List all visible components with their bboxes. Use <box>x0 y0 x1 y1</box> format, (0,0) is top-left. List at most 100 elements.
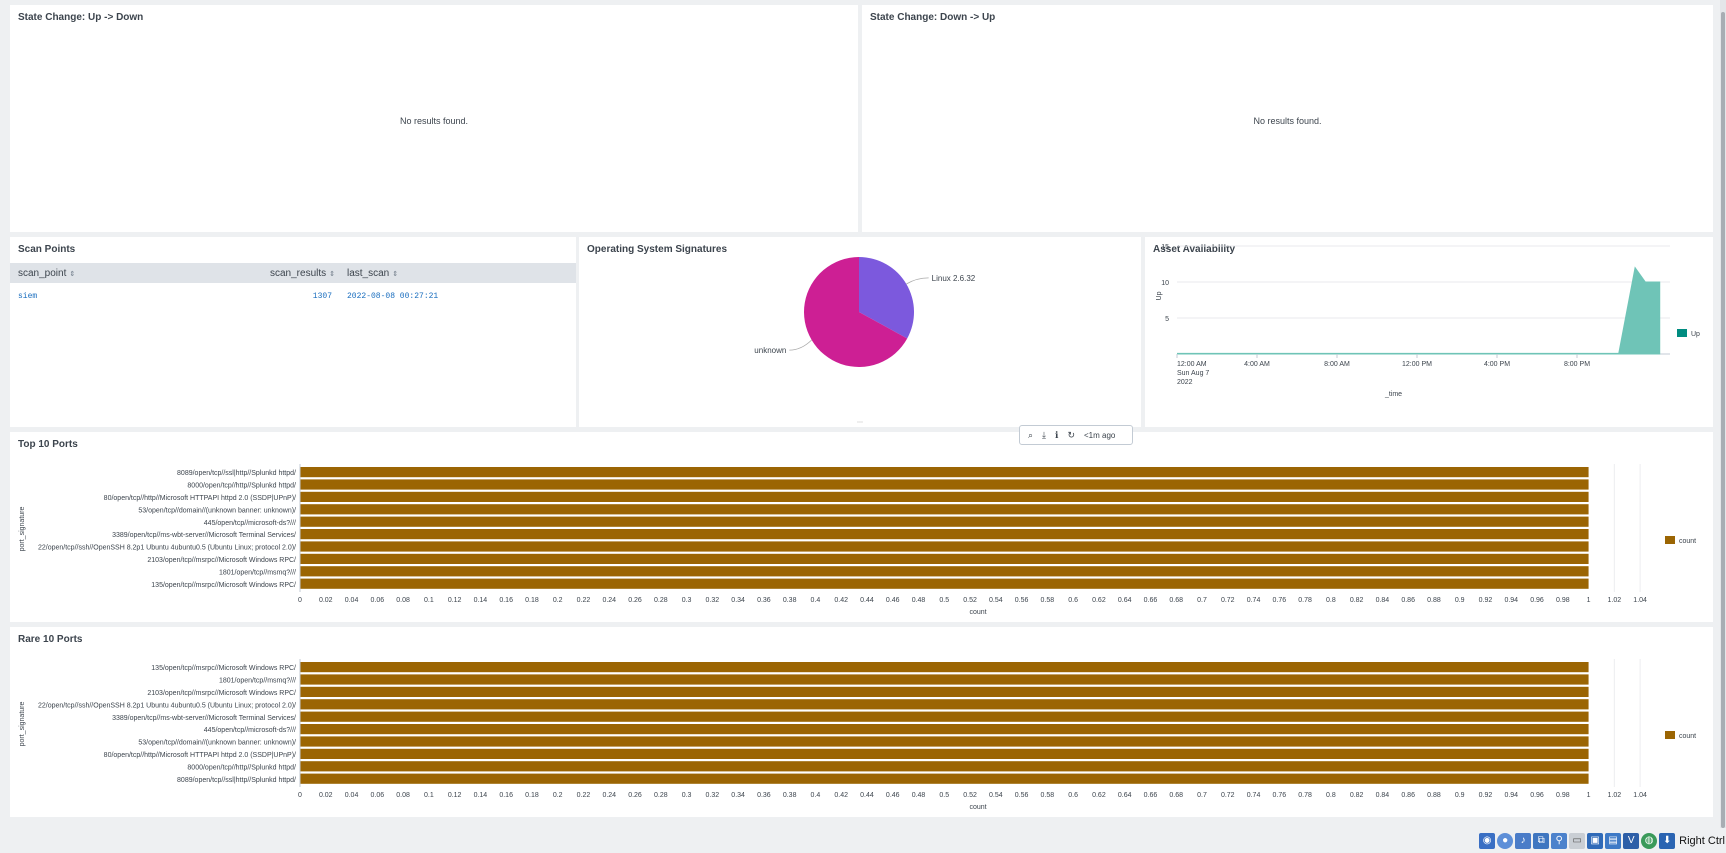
x-tick-label: 1 <box>1587 597 1591 604</box>
panel-scan-points: Scan Points scan_point ⇕ scan_results ⇕ la… <box>10 237 576 427</box>
refresh-icon[interactable]: ↻ <box>1067 430 1075 441</box>
category-label: 53/open/tcp//domain//(unknown banner: un… <box>138 507 296 514</box>
x-tick-label: 0.24 <box>602 792 616 799</box>
panel-title: State Change: Up -> Down <box>18 12 144 23</box>
x-tick-label: 0.04 <box>345 792 359 799</box>
x-tick-label: 1.02 <box>1608 597 1622 604</box>
x-tick-label: 0.96 <box>1530 597 1544 604</box>
column-header-scan-results[interactable]: scan_results ⇕ <box>270 268 335 279</box>
audio-icon[interactable]: ♪ <box>1515 833 1532 849</box>
x-tick-label: 0.76 <box>1273 597 1287 604</box>
x-tick-label: 0.16 <box>499 597 513 604</box>
category-label: 1801/open/tcp//msmq?/// <box>219 569 296 576</box>
category-label: 2103/open/tcp//msrpc//Microsoft Windows … <box>147 557 296 564</box>
category-label: 3389/open/tcp//ms-wbt-server//Microsoft … <box>112 715 296 722</box>
x-tick-label: 0.54 <box>989 597 1003 604</box>
download-icon[interactable]: ⤓ <box>1042 430 1046 441</box>
legend-label-up: Up <box>1691 331 1700 338</box>
cell-scan-results[interactable]: 1307 <box>264 292 332 301</box>
recording-icon[interactable]: ▤ <box>1605 833 1622 849</box>
x-tick-label: 0.38 <box>783 597 797 604</box>
usb-icon[interactable]: ⚲ <box>1551 833 1568 849</box>
bar <box>300 773 1589 784</box>
cell-last-scan[interactable]: 2022-08-08 00:27:21 <box>347 292 438 301</box>
x-tick-label-year: 2022 <box>1177 379 1193 386</box>
network-icon[interactable]: ⧉ <box>1533 833 1550 849</box>
keyboard-capture-icon[interactable]: ⬇ <box>1659 833 1676 849</box>
x-tick-label-date: Sun Aug 7 <box>1177 370 1209 377</box>
bar <box>300 686 1589 697</box>
x-tick-label: 0.28 <box>654 792 668 799</box>
x-tick-label: 0.76 <box>1273 792 1287 799</box>
x-tick-label: 0.74 <box>1247 597 1261 604</box>
pie-leader-line <box>906 277 929 285</box>
category-label: 80/open/tcp//http//Microsoft HTTPAPI htt… <box>104 752 296 759</box>
x-tick-label: 0.4 <box>811 792 821 799</box>
x-tick-label: 0.68 <box>1169 597 1183 604</box>
x-tick-label: 0.82 <box>1350 597 1364 604</box>
y-axis-title: port_signature <box>19 507 26 552</box>
category-label: 22/open/tcp//ssh//OpenSSH 8.2p1 Ubuntu 4… <box>38 545 296 552</box>
panel-rare-ports: Rare 10 Ports 135/open/tcp//msrpc//Micro… <box>10 627 1713 817</box>
x-tick-label: 0.66 <box>1144 597 1158 604</box>
panel-title: Scan Points <box>18 244 76 255</box>
cell-scan-point[interactable]: siem <box>18 292 37 301</box>
x-tick-label: 0.34 <box>731 597 745 604</box>
x-tick-label: 0.26 <box>628 792 642 799</box>
x-tick-label: 1.04 <box>1633 792 1647 799</box>
x-tick-label: 0.66 <box>1144 792 1158 799</box>
category-label: 80/open/tcp//http//Microsoft HTTPAPI htt… <box>104 495 296 502</box>
bar <box>300 674 1589 685</box>
display-icon[interactable]: ▣ <box>1587 833 1604 849</box>
x-tick-label: 4:00 PM <box>1484 361 1510 368</box>
column-header-last-scan[interactable]: last_scan ⇕ <box>347 268 398 279</box>
x-tick-label: 0.1 <box>424 792 434 799</box>
shared-folder-icon[interactable]: ▭ <box>1569 833 1586 849</box>
top-ports-bar-chart: 8089/open/tcp//ssl|http//Splunkd httpd/8… <box>19 464 1696 616</box>
x-tick-label: 0.9 <box>1455 597 1465 604</box>
x-tick-label: 0.6 <box>1068 597 1078 604</box>
y-axis-title: port_signature <box>19 702 26 747</box>
no-results-message: No results found. <box>399 116 469 126</box>
column-header-scan-point[interactable]: scan_point ⇕ <box>18 268 75 279</box>
virtualization-icon[interactable]: V <box>1623 833 1640 849</box>
scrollbar-thumb[interactable] <box>1721 12 1725 828</box>
x-tick-label: 0.34 <box>731 792 745 799</box>
globe-icon[interactable]: ◍ <box>1641 833 1658 849</box>
resize-handle-icon[interactable]: ⋯ <box>857 420 863 426</box>
sort-icon: ⇕ <box>69 271 76 278</box>
x-tick-label: 0.3 <box>682 597 692 604</box>
host-key-label: Right Ctrl <box>1679 835 1725 847</box>
x-tick-label: 0.42 <box>834 792 848 799</box>
x-tick-label: 0.64 <box>1118 597 1132 604</box>
x-tick-label: 4:00 AM <box>1244 361 1270 368</box>
x-tick-label: 0.62 <box>1092 792 1106 799</box>
bar <box>300 662 1589 673</box>
category-label: 53/open/tcp//domain//(unknown banner: un… <box>138 740 296 747</box>
category-label: 8000/open/tcp//http//Splunkd httpd/ <box>187 764 296 771</box>
search-icon[interactable]: ⌕ <box>1028 430 1033 441</box>
x-tick-label: 0.14 <box>474 597 488 604</box>
x-tick-label: 0.52 <box>963 792 977 799</box>
x-tick-label: 0.08 <box>396 792 410 799</box>
panel-state-up-down: State Change: Up -> Down No results foun… <box>10 5 858 232</box>
x-tick-label: 0.78 <box>1298 597 1312 604</box>
x-tick-label: 0 <box>298 597 302 604</box>
bar <box>300 699 1589 710</box>
vm-status-bar: ◉ ● ♪ ⧉ ⚲ ▭ ▣ ▤ V ◍ ⬇ Right Ctrl <box>0 828 1726 853</box>
bar <box>300 736 1589 747</box>
x-tick-label: 0.48 <box>912 597 926 604</box>
hard-disk-icon[interactable]: ◉ <box>1479 833 1496 849</box>
bar <box>300 504 1589 515</box>
x-tick-label: 0.8 <box>1326 792 1336 799</box>
category-label: 1801/open/tcp//msmq?/// <box>219 678 296 685</box>
x-tick-label: 0.46 <box>886 792 900 799</box>
x-tick-label: 0.58 <box>1041 792 1055 799</box>
no-results-message: No results found. <box>1253 116 1322 126</box>
x-tick-label: 0.84 <box>1376 792 1390 799</box>
x-tick-label: 0.56 <box>1015 597 1029 604</box>
optical-drive-icon[interactable]: ● <box>1497 833 1514 849</box>
x-tick-label: 0.44 <box>860 597 874 604</box>
info-icon[interactable]: ℹ <box>1055 430 1058 441</box>
x-axis-title: count <box>969 804 986 811</box>
